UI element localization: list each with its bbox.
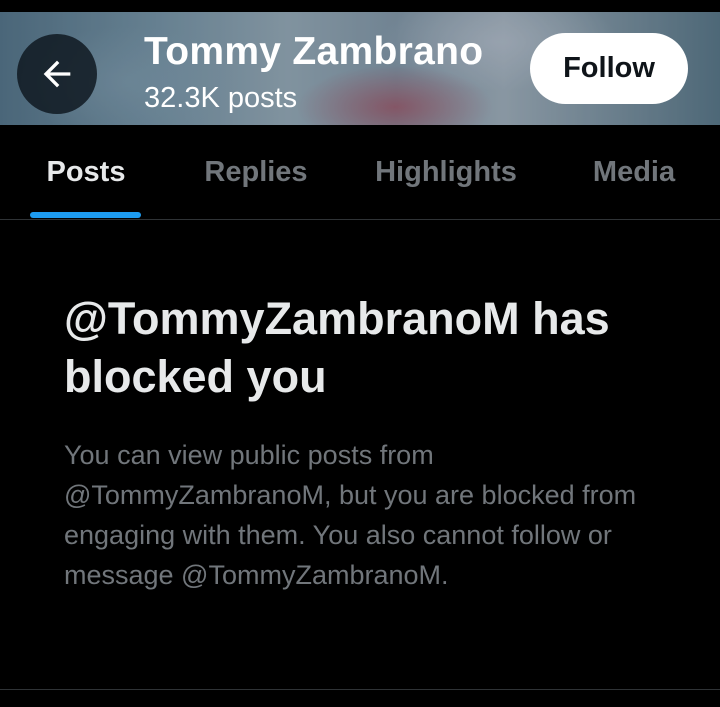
profile-header: Tommy Zambrano 32.3K posts Follow — [0, 12, 720, 125]
blocked-description: You can view public posts from @TommyZam… — [64, 440, 637, 590]
tab-replies[interactable]: Replies — [190, 125, 322, 219]
tab-highlights[interactable]: Highlights — [360, 125, 532, 219]
post-count: 32.3K posts — [144, 82, 298, 114]
divider — [0, 689, 720, 690]
tab-media[interactable]: Media — [574, 125, 694, 219]
tab-posts[interactable]: Posts — [30, 125, 142, 219]
active-tab-indicator — [30, 212, 141, 218]
back-button[interactable] — [17, 34, 97, 114]
follow-button[interactable]: Follow — [530, 33, 688, 104]
arrow-left-icon — [43, 60, 71, 88]
status-bar-strip — [0, 0, 720, 12]
blocked-title: @TommyZambranoM has blocked you — [64, 293, 610, 402]
profile-tabs: Posts Replies Highlights Media — [0, 125, 720, 220]
profile-name: Tommy Zambrano — [144, 30, 484, 73]
